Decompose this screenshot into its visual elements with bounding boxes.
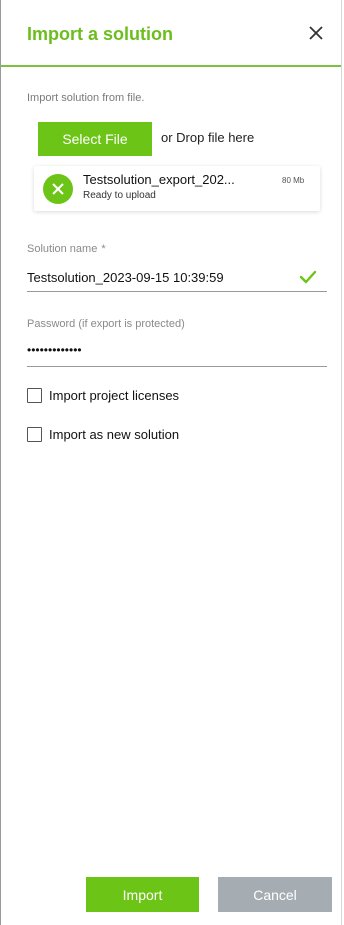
checkmark-icon xyxy=(299,270,317,284)
import-licenses-checkbox[interactable] xyxy=(27,388,42,403)
import-button[interactable]: Import xyxy=(86,877,199,912)
password-label: Password (if export is protected) xyxy=(27,318,185,330)
import-as-new-checkbox[interactable] xyxy=(27,427,42,442)
import-hint: Import solution from file. xyxy=(27,92,145,104)
cancel-button[interactable]: Cancel xyxy=(218,877,332,912)
select-file-button[interactable]: Select File xyxy=(38,122,152,156)
panel-header: Import a solution xyxy=(1,0,341,67)
drop-zone-text[interactable]: or Drop file here xyxy=(161,130,254,145)
password-input[interactable]: ••••••••••••• xyxy=(27,343,327,367)
import-licenses-label: Import project licenses xyxy=(49,388,180,403)
panel-title: Import a solution xyxy=(27,24,173,44)
file-size: 80 Mb xyxy=(282,176,305,185)
import-as-new-option[interactable]: Import as new solution xyxy=(27,427,179,442)
solution-name-label: Solution name * xyxy=(27,243,106,255)
import-as-new-label: Import as new solution xyxy=(49,427,180,442)
solution-name-input[interactable]: Testsolution_2023-09-15 10:39:59 xyxy=(27,270,327,292)
close-icon[interactable] xyxy=(305,22,327,44)
file-name: Testsolution_export_202... xyxy=(83,172,235,187)
solution-name-label-text: Solution name xyxy=(27,243,98,255)
uploaded-file-card: Testsolution_export_202... 80 Mb Ready t… xyxy=(34,166,320,211)
import-solution-panel: Import a solution Import solution from f… xyxy=(0,0,342,925)
remove-file-icon[interactable] xyxy=(43,174,73,204)
required-marker: * xyxy=(101,243,106,255)
import-licenses-option[interactable]: Import project licenses xyxy=(27,388,179,403)
file-status: Ready to upload xyxy=(83,190,156,201)
